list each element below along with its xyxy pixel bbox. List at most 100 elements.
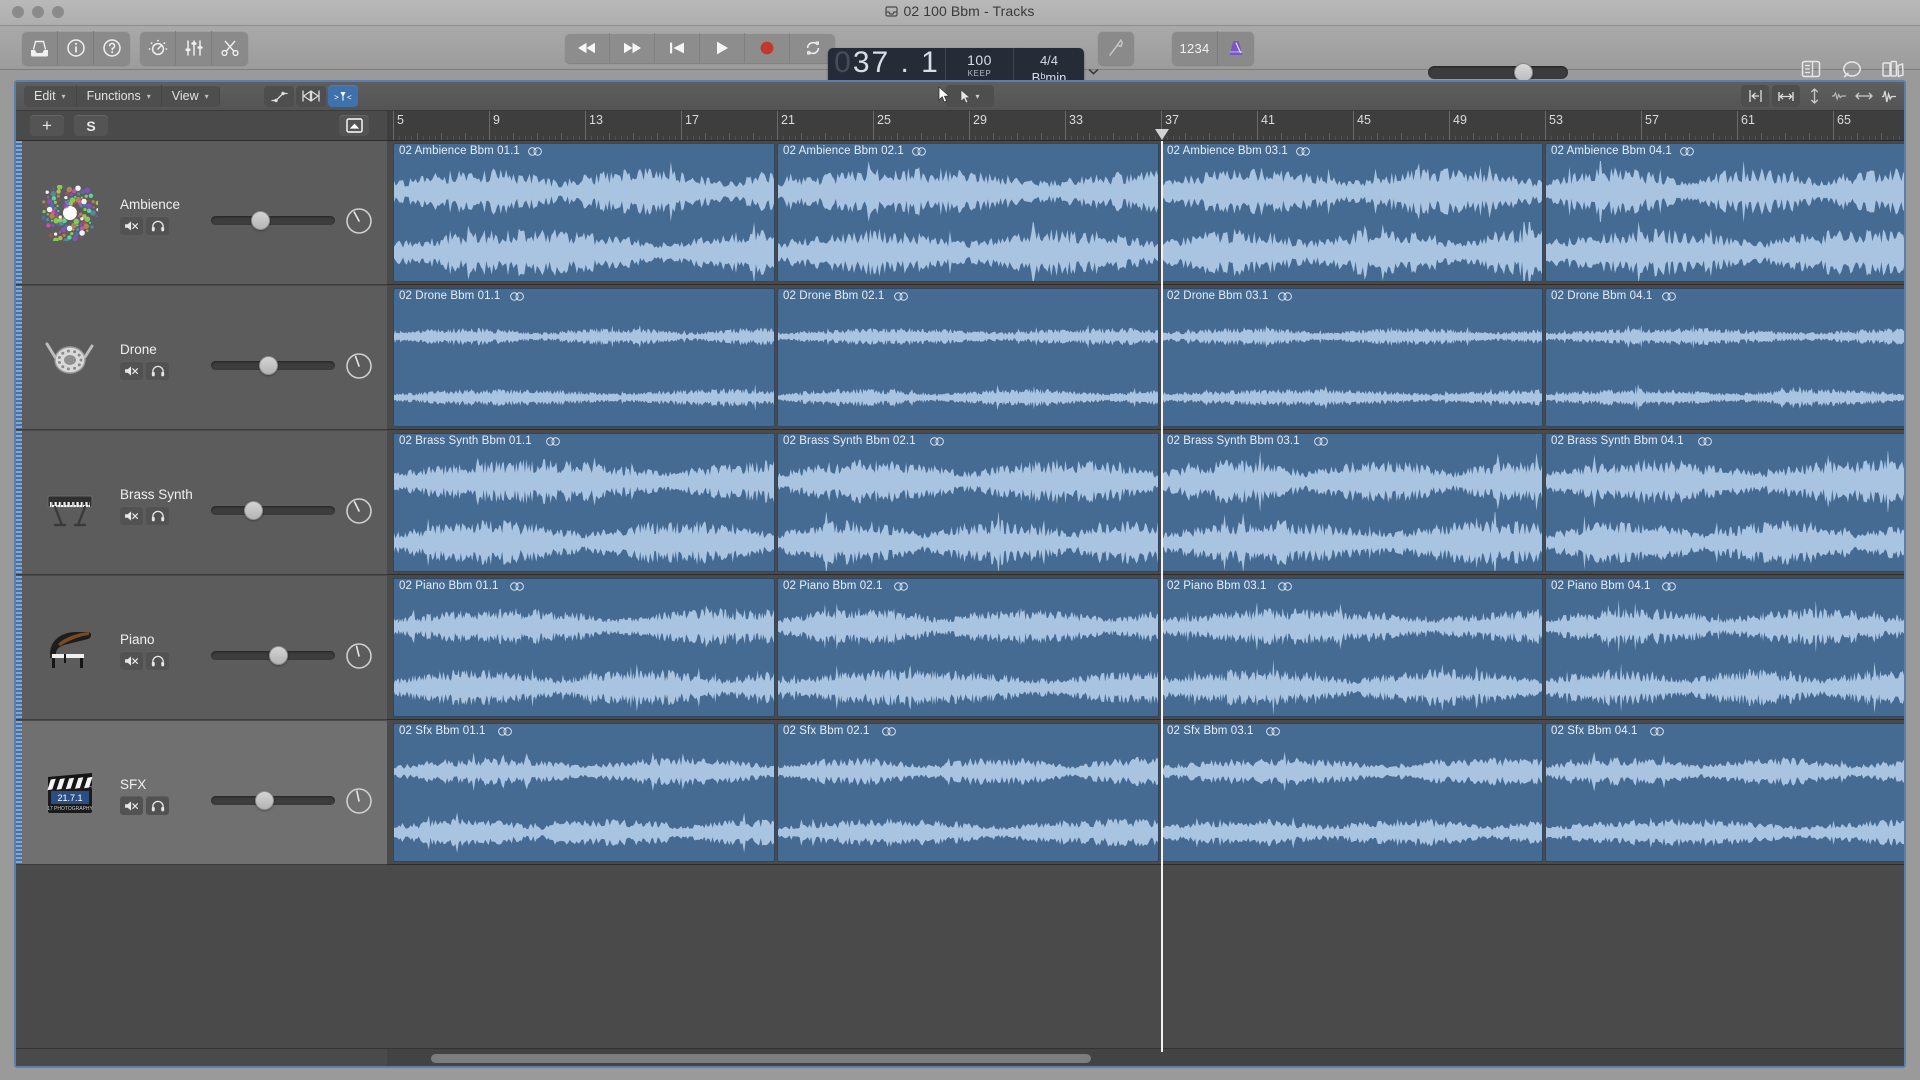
audio-region[interactable]: 02 Drone Bbm 02.1 (777, 288, 1159, 427)
playhead-handle[interactable] (1155, 129, 1169, 140)
fast-forward-button[interactable] (610, 33, 655, 63)
horizontal-scrollbar[interactable] (387, 1048, 1904, 1066)
flex-button[interactable] (296, 85, 326, 107)
volume-slider[interactable] (211, 791, 335, 810)
pan-knob[interactable] (343, 350, 375, 382)
pan-control[interactable] (343, 350, 375, 382)
solo-button[interactable] (146, 651, 169, 670)
master-volume-slider[interactable] (1428, 63, 1568, 82)
inspector-button[interactable] (58, 31, 94, 65)
track-header-drone[interactable]: Drone (16, 286, 387, 430)
audio-region[interactable]: 02 Brass Synth Bbm 02.1 (777, 433, 1159, 572)
track-display-button[interactable] (339, 115, 369, 136)
volume-slider[interactable] (211, 356, 335, 375)
solo-button[interactable] (146, 506, 169, 525)
track-lane-piano[interactable]: 02 Piano Bbm 01.1 02 Piano Bbm 02.1 02 Pia… (387, 576, 1904, 720)
pan-control[interactable] (343, 785, 375, 817)
snap-button[interactable]: > < (328, 85, 358, 107)
audio-region[interactable]: 02 Ambience Bbm 01.1 (393, 143, 775, 282)
loop-browser-button[interactable] (1839, 58, 1865, 80)
track-lane-brass-synth[interactable]: 02 Brass Synth Bbm 01.1 02 Brass Synth Bb… (387, 431, 1904, 575)
pan-control[interactable] (343, 495, 375, 527)
horizontal-zoom-button[interactable] (1853, 85, 1875, 107)
pan-knob[interactable] (343, 640, 375, 672)
audio-region[interactable]: 02 Piano Bbm 04.1 (1545, 578, 1904, 717)
menu-functions[interactable]: Functions ▾ (77, 85, 162, 107)
volume-knob[interactable] (255, 791, 275, 810)
track-header-ambience[interactable]: Ambience (16, 141, 387, 285)
metronome-button[interactable] (1218, 31, 1254, 65)
pan-knob[interactable] (343, 495, 375, 527)
audio-region[interactable]: 02 Sfx Bbm 04.1 (1545, 723, 1904, 862)
automation-button[interactable] (264, 85, 294, 107)
horizontal-scroll-thumb[interactable] (431, 1054, 1091, 1063)
track-name[interactable]: SFX (120, 777, 146, 792)
audio-region[interactable]: 02 Sfx Bbm 03.1 (1161, 723, 1543, 862)
track-lane-drone[interactable]: 02 Drone Bbm 01.1 02 Drone Bbm 02.1 02 Dro… (387, 286, 1904, 430)
volume-knob[interactable] (243, 501, 263, 520)
track-icon[interactable]: 21.7.1 17 PHOTOGRAPHY (42, 765, 98, 821)
vertical-zoom-button[interactable] (1803, 85, 1825, 107)
track-lane-sfx[interactable]: 02 Sfx Bbm 01.1 02 Sfx Bbm 02.1 02 Sfx Bbm… (387, 721, 1904, 865)
track-header-sfx[interactable]: 21.7.1 17 PHOTOGRAPHY SFX (16, 721, 387, 865)
track-name[interactable]: Brass Synth (120, 487, 193, 502)
audio-region[interactable]: 02 Ambience Bbm 02.1 (777, 143, 1159, 282)
waveform-zoom-in-button[interactable] (1878, 85, 1900, 107)
tuner-button[interactable] (1098, 31, 1134, 65)
audio-region[interactable]: 02 Drone Bbm 03.1 (1161, 288, 1543, 427)
solo-all-button[interactable]: S (74, 115, 108, 136)
track-icon[interactable] (42, 330, 98, 386)
track-icon[interactable] (42, 185, 98, 241)
audio-region[interactable]: 02 Ambience Bbm 04.1 (1545, 143, 1904, 282)
play-button[interactable] (700, 33, 745, 63)
track-icon[interactable] (42, 475, 98, 531)
volume-slider[interactable] (211, 501, 335, 520)
volume-knob[interactable] (268, 646, 288, 665)
pan-control[interactable] (343, 640, 375, 672)
audio-region[interactable]: 02 Sfx Bbm 01.1 (393, 723, 775, 862)
track-name[interactable]: Drone (120, 342, 157, 357)
go-to-beginning-button[interactable] (655, 33, 700, 63)
mute-button[interactable] (120, 796, 143, 815)
track-header-piano[interactable]: Piano (16, 576, 387, 720)
menu-view[interactable]: View ▾ (162, 85, 220, 107)
add-track-button[interactable]: + (30, 115, 64, 136)
audio-region[interactable]: 02 Piano Bbm 01.1 (393, 578, 775, 717)
count-in-button[interactable]: 1234 (1172, 31, 1218, 65)
menu-edit[interactable]: Edit ▾ (24, 85, 77, 107)
link-button[interactable] (1772, 85, 1800, 107)
audio-region[interactable]: 02 Brass Synth Bbm 01.1 (393, 433, 775, 572)
pan-control[interactable] (343, 205, 375, 237)
audio-region[interactable]: 02 Sfx Bbm 02.1 (777, 723, 1159, 862)
audio-region[interactable]: 02 Piano Bbm 02.1 (777, 578, 1159, 717)
track-header-brass-synth[interactable]: Brass Synth (16, 431, 387, 575)
audio-region[interactable]: 02 Brass Synth Bbm 04.1 (1545, 433, 1904, 572)
track-name[interactable]: Ambience (120, 197, 180, 212)
list-editors-button[interactable] (1798, 58, 1824, 80)
record-button[interactable] (745, 33, 790, 63)
mixer-button[interactable] (176, 31, 212, 65)
solo-button[interactable] (146, 361, 169, 380)
playhead[interactable] (1161, 141, 1163, 1052)
smart-controls-button[interactable] (140, 31, 176, 65)
mute-button[interactable] (120, 506, 143, 525)
pointer-tool-menu[interactable]: ▾ (946, 85, 994, 107)
audio-region[interactable]: 02 Drone Bbm 04.1 (1545, 288, 1904, 427)
solo-button[interactable] (146, 796, 169, 815)
audio-region[interactable]: 02 Piano Bbm 03.1 (1161, 578, 1543, 717)
audio-region[interactable]: 02 Brass Synth Bbm 03.1 (1161, 433, 1543, 572)
volume-slider[interactable] (211, 646, 335, 665)
track-name[interactable]: Piano (120, 632, 155, 647)
audio-region[interactable]: 02 Ambience Bbm 03.1 (1161, 143, 1543, 282)
audio-region[interactable]: 02 Drone Bbm 01.1 (393, 288, 775, 427)
volume-slider[interactable] (211, 211, 335, 230)
track-icon[interactable] (42, 620, 98, 676)
volume-knob[interactable] (250, 211, 270, 230)
waveform-zoom-out-button[interactable] (1828, 85, 1850, 107)
quick-help-button[interactable] (94, 31, 130, 65)
catch-playhead-button[interactable] (1741, 85, 1769, 107)
volume-knob[interactable] (259, 356, 279, 375)
track-lane-ambience[interactable]: 02 Ambience Bbm 01.1 02 Ambience Bbm 02.1… (387, 141, 1904, 285)
pan-knob[interactable] (343, 205, 375, 237)
library-button[interactable] (22, 31, 58, 65)
